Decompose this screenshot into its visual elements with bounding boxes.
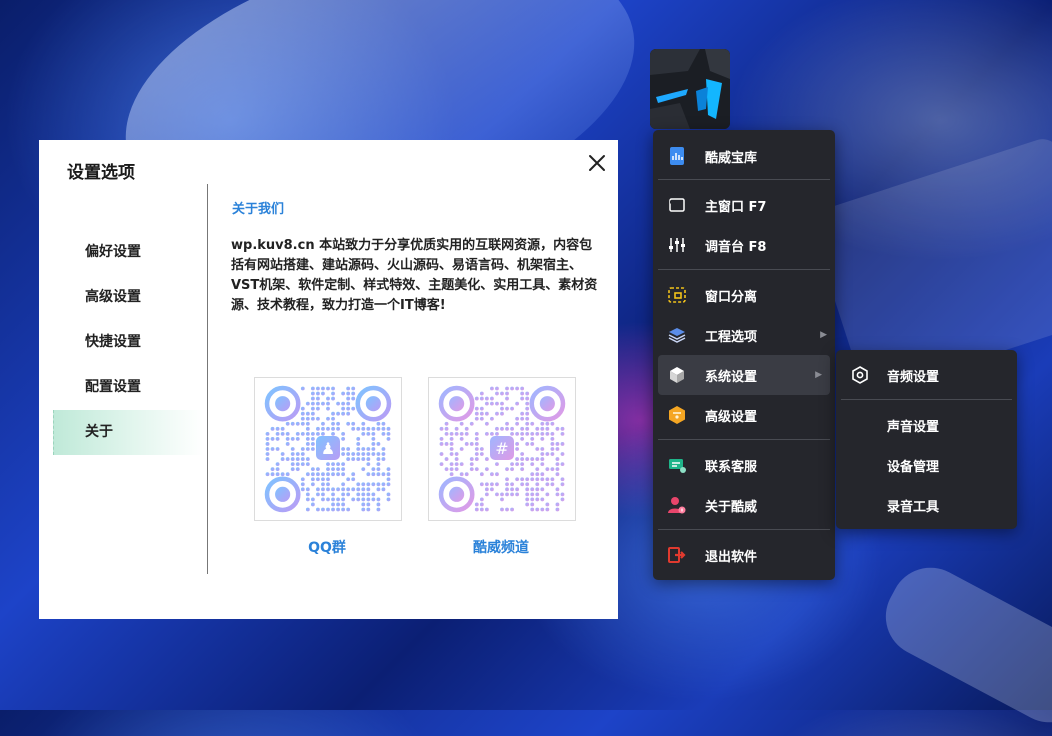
close-button[interactable]	[586, 152, 608, 174]
menu-item-mixer[interactable]: 调音台 F8	[653, 225, 835, 265]
background-shape	[871, 553, 1052, 736]
system-settings-submenu: 音频设置 声音设置 设备管理 录音工具	[836, 350, 1017, 529]
menu-label: 系统设置	[705, 369, 758, 385]
about-description: wp.kuv8.cn 本站致力于分享优质实用的互联网资源，内容包括有网站搭建、建…	[231, 238, 598, 313]
submenu-label: 设备管理	[887, 459, 940, 475]
menu-item-library[interactable]: 酷威宝库	[653, 136, 835, 176]
settings-dialog: 设置选项 偏好设置 高级设置 快捷设置 配置设置 关于 关于我们 wp.kuv8…	[39, 140, 618, 619]
menu-label: 主窗口 F7	[705, 199, 767, 215]
menu-item-window-split[interactable]: 窗口分离	[653, 275, 835, 315]
window-split-icon	[667, 285, 687, 305]
menu-label: 联系客服	[705, 459, 758, 475]
channel-qr-code: #	[428, 377, 576, 521]
menu-separator	[658, 269, 830, 270]
dialog-title: 设置选项	[67, 163, 135, 183]
menu-label: 退出软件	[705, 549, 758, 565]
settings-nav: 偏好设置 高级设置 快捷设置 配置设置 关于	[53, 230, 203, 455]
nav-item-preferences[interactable]: 偏好设置	[53, 230, 203, 275]
nav-item-about[interactable]: 关于	[53, 410, 203, 455]
menu-item-contact-support[interactable]: 联系客服	[653, 445, 835, 485]
close-icon	[589, 155, 605, 171]
vertical-divider	[207, 184, 208, 574]
user-info-icon	[667, 495, 687, 515]
nav-item-shortcuts[interactable]: 快捷设置	[53, 320, 203, 365]
submenu-label: 音频设置	[887, 369, 940, 385]
submenu-item-recording-tools[interactable]: 录音工具	[836, 485, 1017, 525]
about-heading: 关于我们	[232, 202, 285, 217]
app-avatar[interactable]	[650, 49, 730, 129]
menu-item-advanced-settings[interactable]: 高级设置	[653, 395, 835, 435]
menu-item-main-window[interactable]: 主窗口 F7	[653, 185, 835, 225]
cube-icon	[667, 365, 687, 385]
submenu-item-device-manager[interactable]: 设备管理	[836, 445, 1017, 485]
library-icon	[667, 146, 687, 166]
menu-separator	[658, 439, 830, 440]
menu-label: 酷威宝库	[705, 150, 758, 166]
nav-item-config[interactable]: 配置设置	[53, 365, 203, 410]
hexagon-box-icon	[667, 405, 687, 425]
qq-group-qr-code: ♟	[254, 377, 402, 521]
menu-label: 调音台 F8	[705, 239, 767, 255]
exit-icon	[667, 545, 687, 565]
submenu-label: 声音设置	[887, 419, 940, 435]
layers-icon	[667, 325, 687, 345]
submenu-label: 录音工具	[887, 499, 940, 515]
submenu-separator	[841, 399, 1012, 400]
menu-separator	[658, 529, 830, 530]
support-chat-icon	[667, 455, 687, 475]
channel-label[interactable]: 酷威频道	[428, 537, 574, 557]
nav-item-advanced[interactable]: 高级设置	[53, 275, 203, 320]
submenu-arrow-icon: ▶	[820, 330, 827, 340]
menu-item-system-settings[interactable]: 系统设置 ▶	[658, 355, 830, 395]
submenu-item-audio-settings[interactable]: 音频设置	[836, 355, 1017, 395]
submenu-arrow-icon: ▶	[815, 370, 822, 380]
menu-item-about[interactable]: 关于酷威	[653, 485, 835, 525]
app-logo-icon	[650, 49, 730, 129]
menu-label: 工程选项	[705, 329, 758, 345]
submenu-item-sound-settings[interactable]: 声音设置	[836, 405, 1017, 445]
window-icon	[667, 195, 687, 215]
menu-item-exit[interactable]: 退出软件	[653, 535, 835, 575]
qq-group-label[interactable]: QQ群	[254, 537, 400, 557]
audio-settings-icon	[850, 365, 870, 385]
svg-text:♟: ♟	[321, 439, 335, 458]
menu-separator	[658, 179, 830, 180]
context-menu: 酷威宝库 主窗口 F7 调音台 F8 窗口分离 工程选项 ▶ 系统设置 ▶ 高级…	[653, 130, 835, 580]
menu-item-project-options[interactable]: 工程选项 ▶	[653, 315, 835, 355]
menu-label: 窗口分离	[705, 289, 758, 305]
menu-label: 高级设置	[705, 409, 758, 425]
svg-text:#: #	[495, 439, 508, 458]
menu-label: 关于酷威	[705, 499, 758, 515]
mixer-sliders-icon	[667, 235, 687, 255]
